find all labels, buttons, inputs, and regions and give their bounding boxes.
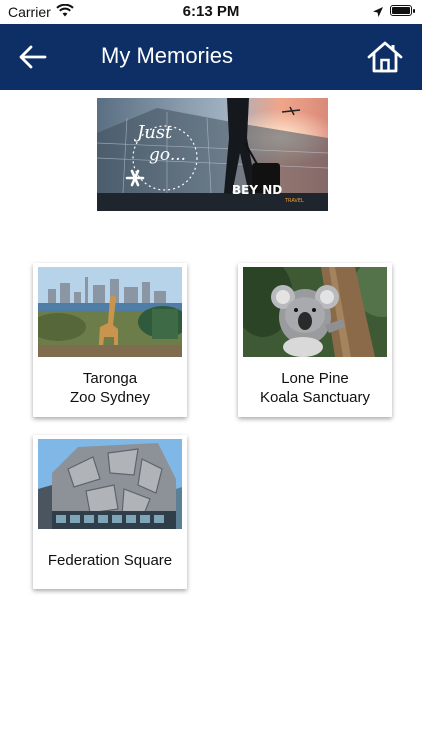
card-photo xyxy=(38,439,182,529)
clock: 6:13 PM xyxy=(182,3,240,20)
back-button[interactable] xyxy=(18,44,48,70)
card-title-line-2: Zoo Sydney xyxy=(69,389,151,406)
battery-icon xyxy=(390,5,415,16)
card-title-line-1: Taronga xyxy=(82,370,138,387)
memory-card-federation-square[interactable]: Federation Square xyxy=(33,435,187,589)
arrow-left-icon xyxy=(19,45,47,69)
page-title: My Memories xyxy=(101,43,234,68)
memory-card-lone-pine[interactable]: Lone Pine Koala Sanctuary xyxy=(238,263,392,417)
location-arrow-icon xyxy=(372,5,384,23)
nav-header: My Memories xyxy=(0,24,422,90)
card-title-line-2: Koala Sanctuary xyxy=(259,389,371,406)
card-title-line-1: Lone Pine xyxy=(281,370,349,387)
home-button[interactable] xyxy=(366,40,404,74)
banner-brand: BEY ND xyxy=(232,183,282,197)
banner-script-1: Just xyxy=(133,122,173,143)
card-title: Lone Pine Koala Sanctuary xyxy=(238,369,392,407)
memory-card-taronga[interactable]: Taronga Zoo Sydney xyxy=(33,263,187,417)
travel-banner: Just go... BEY ND TRAVEL xyxy=(97,98,328,211)
status-bar: Carrier 6:13 PM xyxy=(0,0,422,24)
banner-script-2: go... xyxy=(149,145,186,165)
card-photo xyxy=(38,267,182,357)
card-title: Taronga Zoo Sydney xyxy=(33,369,187,407)
card-photo xyxy=(243,267,387,357)
card-title: Federation Square xyxy=(47,552,173,569)
banner-brand-sub: TRAVEL xyxy=(284,198,304,204)
home-icon xyxy=(367,41,403,73)
